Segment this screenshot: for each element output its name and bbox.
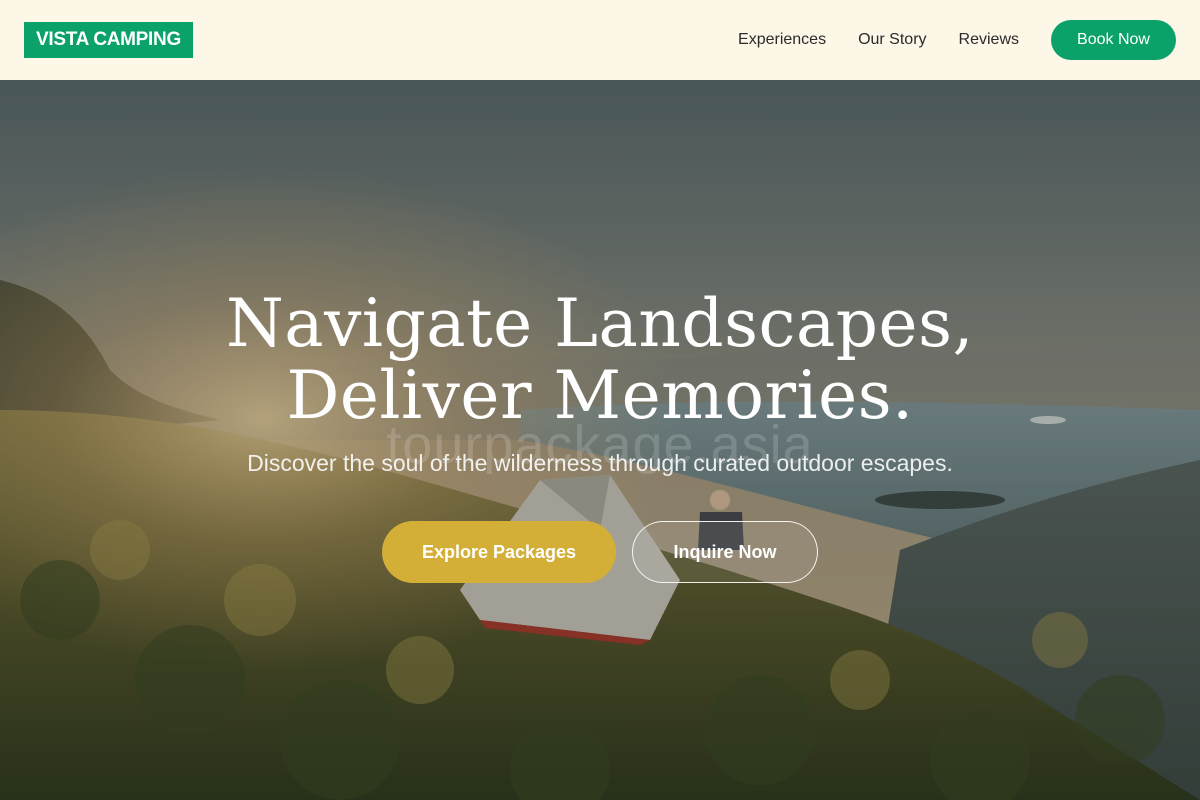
- main-nav: Experiences Our Story Reviews Book Now: [738, 20, 1176, 60]
- hero-title-line-2: Deliver Memories.: [286, 357, 914, 434]
- inquire-now-button[interactable]: Inquire Now: [632, 521, 818, 583]
- nav-link-our-story[interactable]: Our Story: [858, 31, 926, 49]
- hero-content: Navigate Landscapes, Deliver Memories. D…: [0, 288, 1200, 583]
- brand-logo[interactable]: VISTA CAMPING: [24, 22, 193, 58]
- top-navbar: VISTA CAMPING Experiences Our Story Revi…: [0, 0, 1200, 80]
- hero-section: tourpackage.asia Navigate Landscapes, De…: [0, 80, 1200, 800]
- hero-subtitle: Discover the soul of the wilderness thro…: [247, 450, 953, 476]
- nav-link-reviews[interactable]: Reviews: [959, 31, 1019, 49]
- hero-title: Navigate Landscapes, Deliver Memories.: [0, 288, 1200, 432]
- book-now-button[interactable]: Book Now: [1051, 20, 1176, 60]
- hero-title-line-1: Navigate Landscapes,: [226, 285, 974, 362]
- explore-packages-button[interactable]: Explore Packages: [382, 521, 616, 583]
- hero-buttons: Explore Packages Inquire Now: [0, 521, 1200, 583]
- nav-link-experiences[interactable]: Experiences: [738, 31, 826, 49]
